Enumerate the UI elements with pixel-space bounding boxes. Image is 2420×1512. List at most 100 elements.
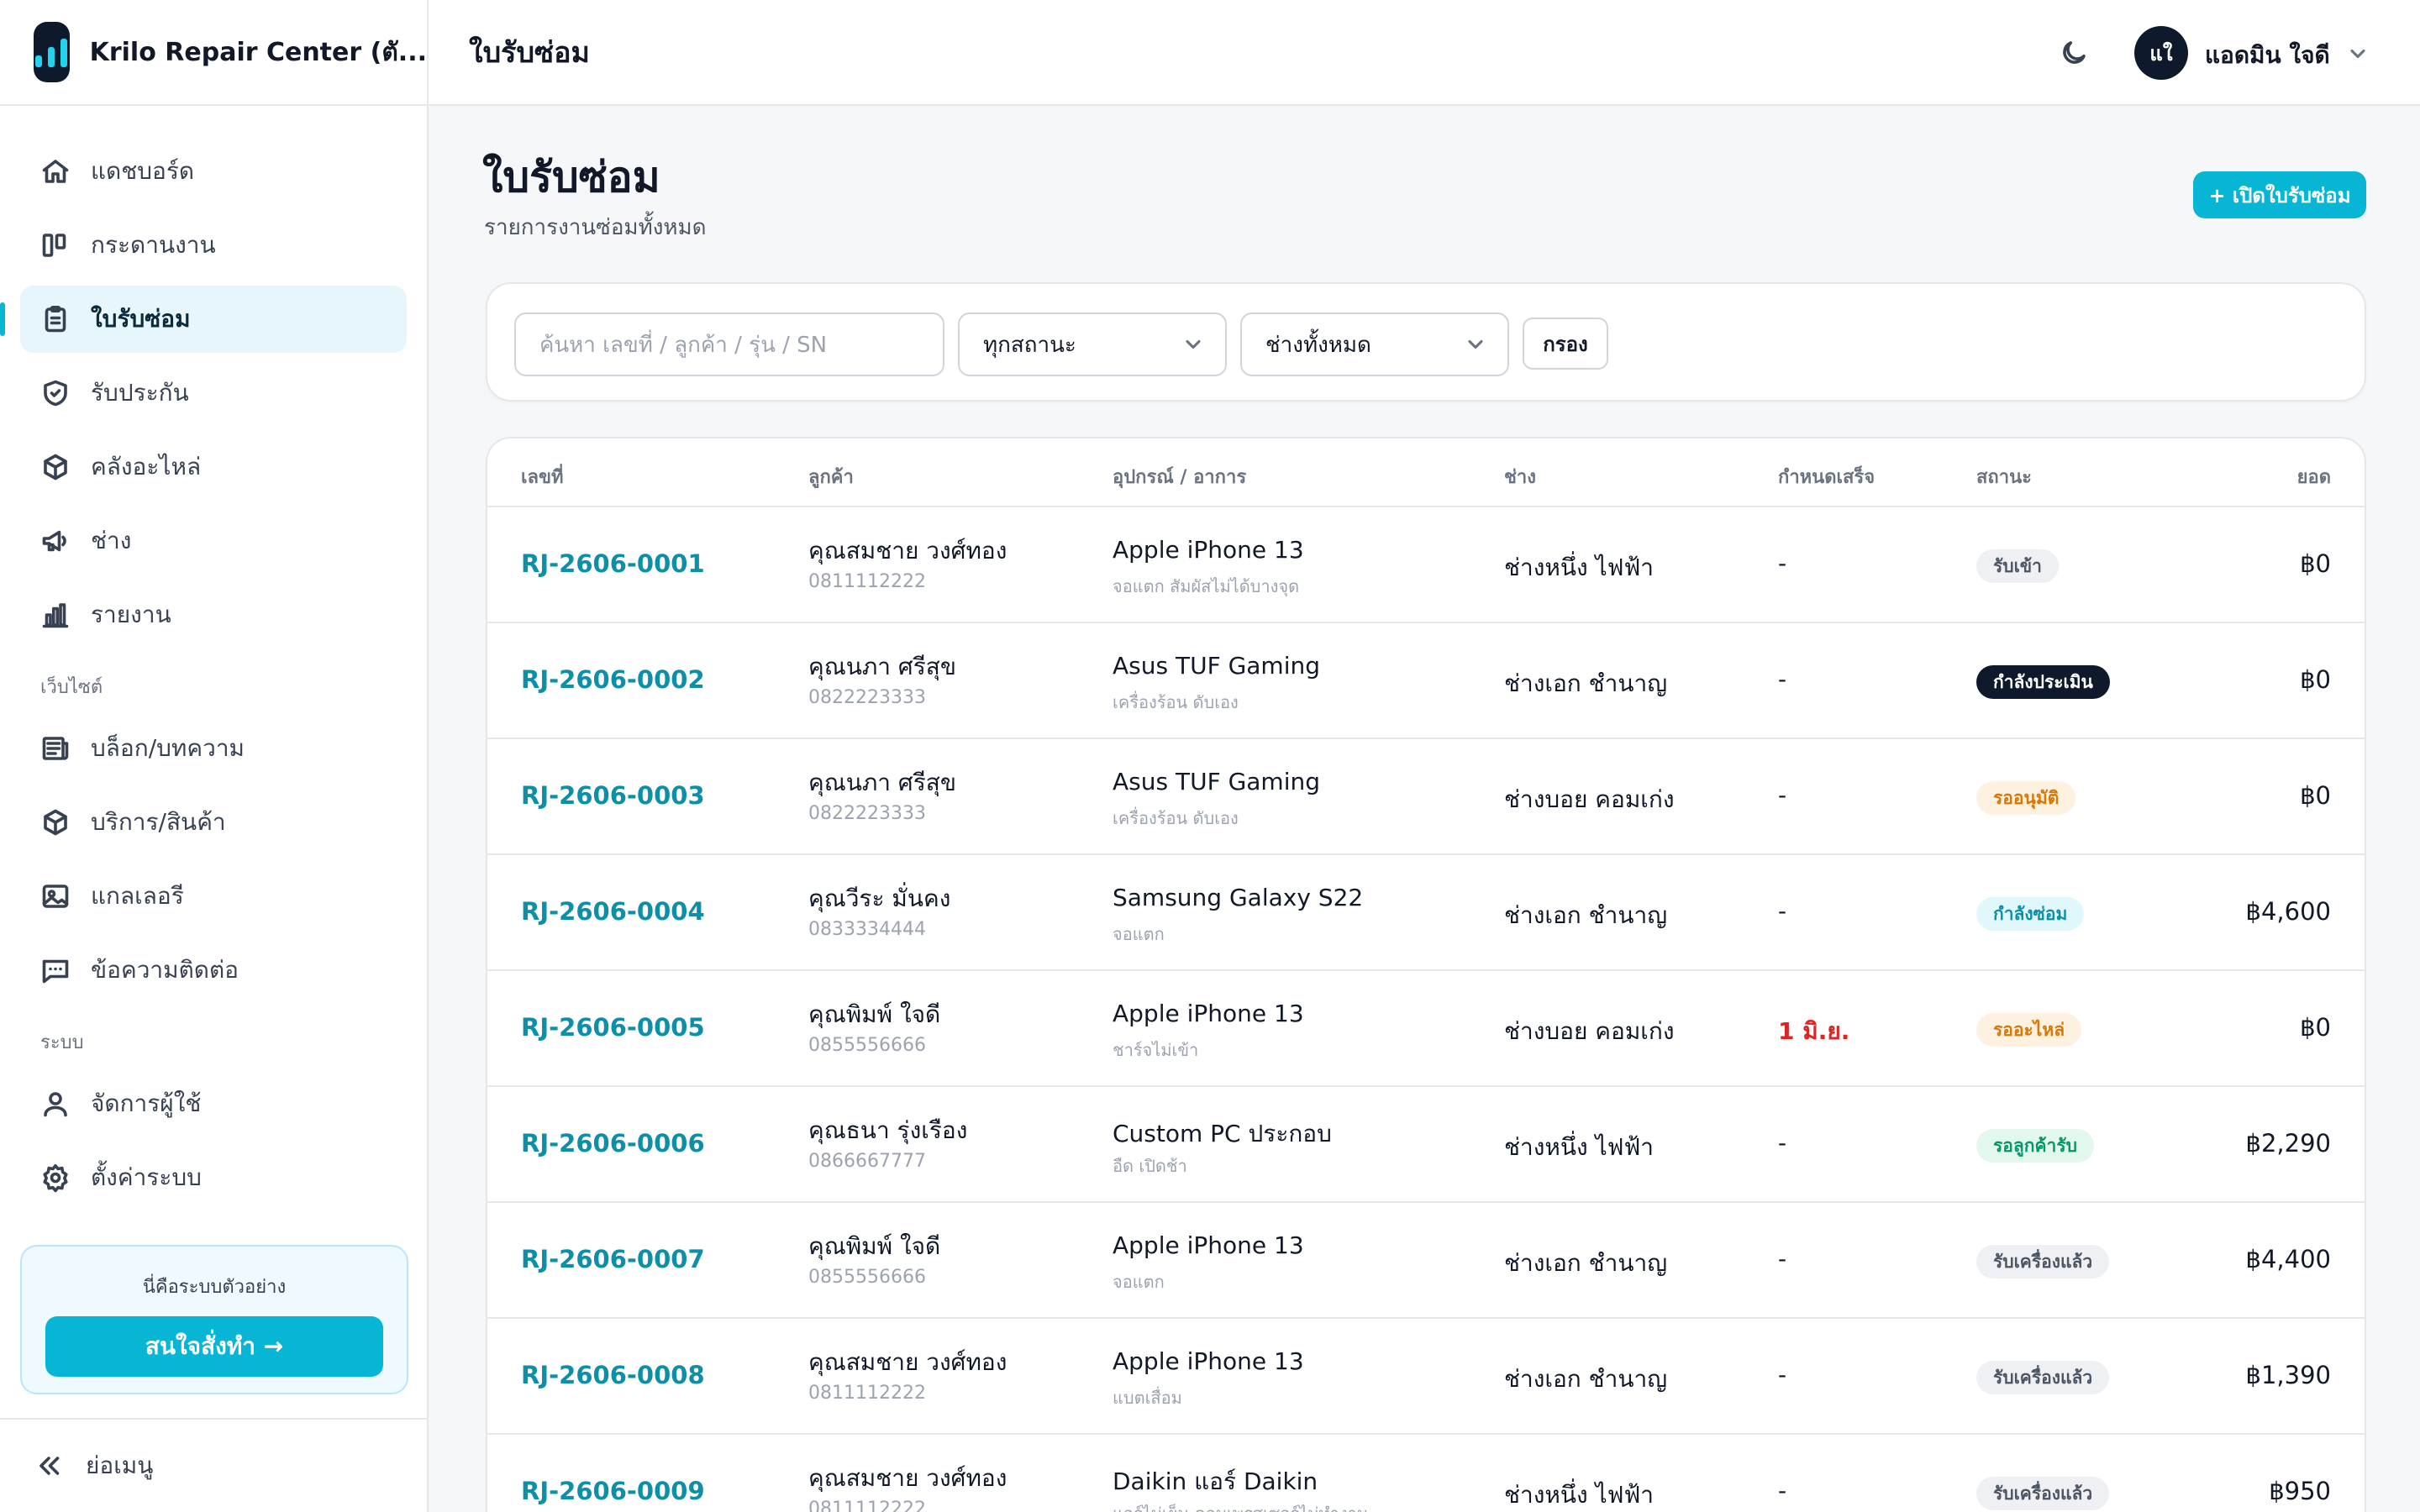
device-issue: จอแตก สัมผัสไม่ได้บางจุด [1113, 576, 1300, 596]
due-date: - [1778, 665, 1787, 693]
newspaper-icon [40, 733, 71, 764]
filter-bar: ค้นหา เลขที่ / ลูกค้า / รุ่น / SN ทุกสถา… [486, 282, 2366, 402]
column-header-customer[interactable]: ลูกค้า [808, 462, 854, 491]
status-badge: รอลูกค้ารับ [1976, 1129, 2094, 1163]
device-name: Apple iPhone 13 [1113, 1000, 1304, 1027]
customer-name: คุณธนา รุ่งเรือง [808, 1116, 968, 1144]
order-id-link[interactable]: RJ-2606-0008 [521, 1361, 705, 1389]
order-id-link[interactable]: RJ-2606-0005 [521, 1013, 705, 1042]
device-name: Apple iPhone 13 [1113, 1231, 1304, 1259]
technician-name: ช่างเอก ชำนาญ [1504, 1249, 1668, 1277]
sidebar-item-warranty[interactable]: รับประกัน [20, 360, 407, 427]
kanban-icon [40, 230, 71, 260]
amount: ฿950 [2269, 1477, 2331, 1505]
sidebar-item-gallery[interactable]: แกลเลอรี [20, 863, 407, 930]
order-id-link[interactable]: RJ-2606-0004 [521, 897, 705, 926]
customer-phone: 0855556666 [808, 1267, 926, 1288]
box-icon [40, 452, 71, 482]
column-header-status[interactable]: สถานะ [1976, 462, 2032, 491]
amount: ฿0 [2300, 665, 2331, 694]
sidebar-item-repair-orders[interactable]: ใบรับซ่อม [0, 286, 407, 353]
user-name[interactable]: แอดมิน ใจดี [2205, 37, 2330, 74]
sidebar-item-technicians[interactable]: ช่าง [20, 507, 407, 575]
device-name: Asus TUF Gaming [1113, 652, 1321, 680]
order-id-link[interactable]: RJ-2606-0007 [521, 1245, 705, 1273]
customer-name: คุณวีระ มั่นคง [808, 885, 951, 912]
technician-name: ช่างหนึ่ง ไฟฟ้า [1504, 1481, 1655, 1509]
table-row[interactable]: RJ-2606-0001 คุณสมชาย วงศ์ทอง 0811112222 Ap… [487, 507, 2365, 623]
message-icon [40, 955, 71, 985]
moon-icon[interactable] [2059, 38, 2089, 68]
chevron-down-icon [1181, 333, 1205, 356]
column-header-technician[interactable]: ช่าง [1504, 462, 1536, 491]
status-select[interactable]: ทุกสถานะ [958, 312, 1227, 376]
due-date: 1 มิ.ย. [1778, 1017, 1850, 1045]
customer-name: คุณสมชาย วงศ์ทอง [808, 537, 1007, 564]
column-header-amount[interactable]: ยอด [2297, 462, 2331, 491]
sidebar-item-label: บล็อก/บทความ [91, 734, 245, 762]
table-body: RJ-2606-0001 คุณสมชาย วงศ์ทอง 0811112222 Ap… [487, 507, 2365, 1512]
status-badge: รับเครื่องแล้ว [1976, 1477, 2110, 1510]
table-row[interactable]: RJ-2606-0008 คุณสมชาย วงศ์ทอง 0811112222 Ap… [487, 1319, 2365, 1435]
table-row[interactable]: RJ-2606-0005 คุณพิมพ์ ใจดี 0855556666 Apple… [487, 971, 2365, 1087]
table-row[interactable]: RJ-2606-0003 คุณนภา ศรีสุข 0822223333 Asus … [487, 739, 2365, 855]
order-id-link[interactable]: RJ-2606-0003 [521, 781, 705, 810]
table-row[interactable]: RJ-2606-0002 คุณนภา ศรีสุข 0822223333 Asus … [487, 623, 2365, 739]
table-row[interactable]: RJ-2606-0007 คุณพิมพ์ ใจดี 0855556666 Apple… [487, 1203, 2365, 1319]
customer-phone: 0833334444 [808, 919, 926, 940]
sidebar-item-label: คลังอะไหล่ [91, 453, 202, 480]
collapse-menu-button[interactable]: ย่อเมนู [0, 1418, 427, 1512]
order-id-link[interactable]: RJ-2606-0002 [521, 665, 705, 694]
customer-phone: 0811112222 [808, 1499, 926, 1512]
device-name: Apple iPhone 13 [1113, 1347, 1304, 1375]
customer-name: คุณสมชาย วงศ์ทอง [808, 1348, 1007, 1376]
home-icon [40, 156, 71, 186]
due-date: - [1778, 897, 1787, 925]
order-id-link[interactable]: RJ-2606-0006 [521, 1129, 705, 1158]
status-badge: กำลังประเมิน [1976, 665, 2110, 699]
sidebar-item-parts[interactable]: คลังอะไหล่ [20, 433, 407, 501]
table-row[interactable]: RJ-2606-0004 คุณวีระ มั่นคง 0833334444 Sams… [487, 855, 2365, 971]
order-id-link[interactable]: RJ-2606-0009 [521, 1477, 705, 1505]
status-badge: รับเครื่องแล้ว [1976, 1245, 2110, 1278]
device-issue: แบตเสื่อม [1113, 1388, 1182, 1408]
filter-button[interactable]: กรอง [1523, 318, 1608, 370]
customer-phone: 0866667777 [808, 1151, 926, 1172]
column-header-device[interactable]: อุปกรณ์ / อาการ [1113, 462, 1246, 491]
device-issue: เครื่องร้อน ดับเอง [1113, 808, 1239, 828]
sidebar-item-blog[interactable]: บล็อก/บทความ [20, 715, 407, 782]
chevron-down-icon[interactable] [2346, 42, 2370, 66]
table-header: เลขที่ ลูกค้า อุปกรณ์ / อาการ ช่าง กำหนด… [487, 438, 2365, 507]
search-input[interactable]: ค้นหา เลขที่ / ลูกค้า / รุ่น / SN [514, 312, 944, 376]
technician-name: ช่างบอย คอมเก่ง [1504, 785, 1675, 813]
sidebar-item-services[interactable]: บริการ/สินค้า [20, 789, 407, 856]
sidebar-item-label: กระดานงาน [91, 231, 216, 259]
technician-name: ช่างเอก ชำนาญ [1504, 1365, 1668, 1393]
sidebar-item-dashboard[interactable]: แดชบอร์ด [20, 138, 407, 205]
due-date: - [1778, 1361, 1787, 1389]
new-repair-order-button[interactable]: + เปิดใบรับซ่อม [2193, 171, 2366, 218]
avatar[interactable]: แใ [2134, 26, 2188, 80]
sidebar-item-kanban[interactable]: กระดานงาน [20, 212, 407, 279]
device-issue: อืด เปิดช้า [1113, 1156, 1187, 1176]
order-id-link[interactable]: RJ-2606-0001 [521, 549, 705, 578]
table-row[interactable]: RJ-2606-0009 คุณสมชาย วงศ์ทอง 0811112222 Da… [487, 1435, 2365, 1512]
status-select-value: ทุกสถานะ [983, 332, 1076, 358]
sidebar-item-label: แกลเลอรี [91, 882, 184, 910]
status-badge: รับเข้า [1976, 549, 2059, 583]
technician-select[interactable]: ช่างทั้งหมด [1240, 312, 1509, 376]
sidebar-item-contact-messages[interactable]: ข้อความติดต่อ [20, 937, 407, 1004]
column-header-id[interactable]: เลขที่ [521, 462, 564, 491]
sidebar-item-settings[interactable]: ตั้งค่าระบบ [20, 1144, 407, 1211]
demo-promo-card: นี่คือระบบตัวอย่าง สนใจสั่งทำ → [20, 1245, 408, 1394]
topbar-title: ใบรับซ่อม [469, 36, 590, 70]
technician-name: ช่างหนึ่ง ไฟฟ้า [1504, 1133, 1655, 1161]
status-badge: รออนุมัติ [1976, 781, 2076, 815]
sidebar: Krilo Repair Center (ตั... แดชบอร์ด กระด… [0, 0, 429, 1512]
brand[interactable]: Krilo Repair Center (ตั... [0, 0, 427, 106]
order-now-button[interactable]: สนใจสั่งทำ → [45, 1316, 383, 1377]
column-header-due[interactable]: กำหนดเสร็จ [1778, 462, 1875, 491]
table-row[interactable]: RJ-2606-0006 คุณธนา รุ่งเรือง 0866667777 Cu… [487, 1087, 2365, 1203]
sidebar-item-users[interactable]: จัดการผู้ใช้ [20, 1070, 407, 1137]
sidebar-item-reports[interactable]: รายงาน [20, 581, 407, 648]
